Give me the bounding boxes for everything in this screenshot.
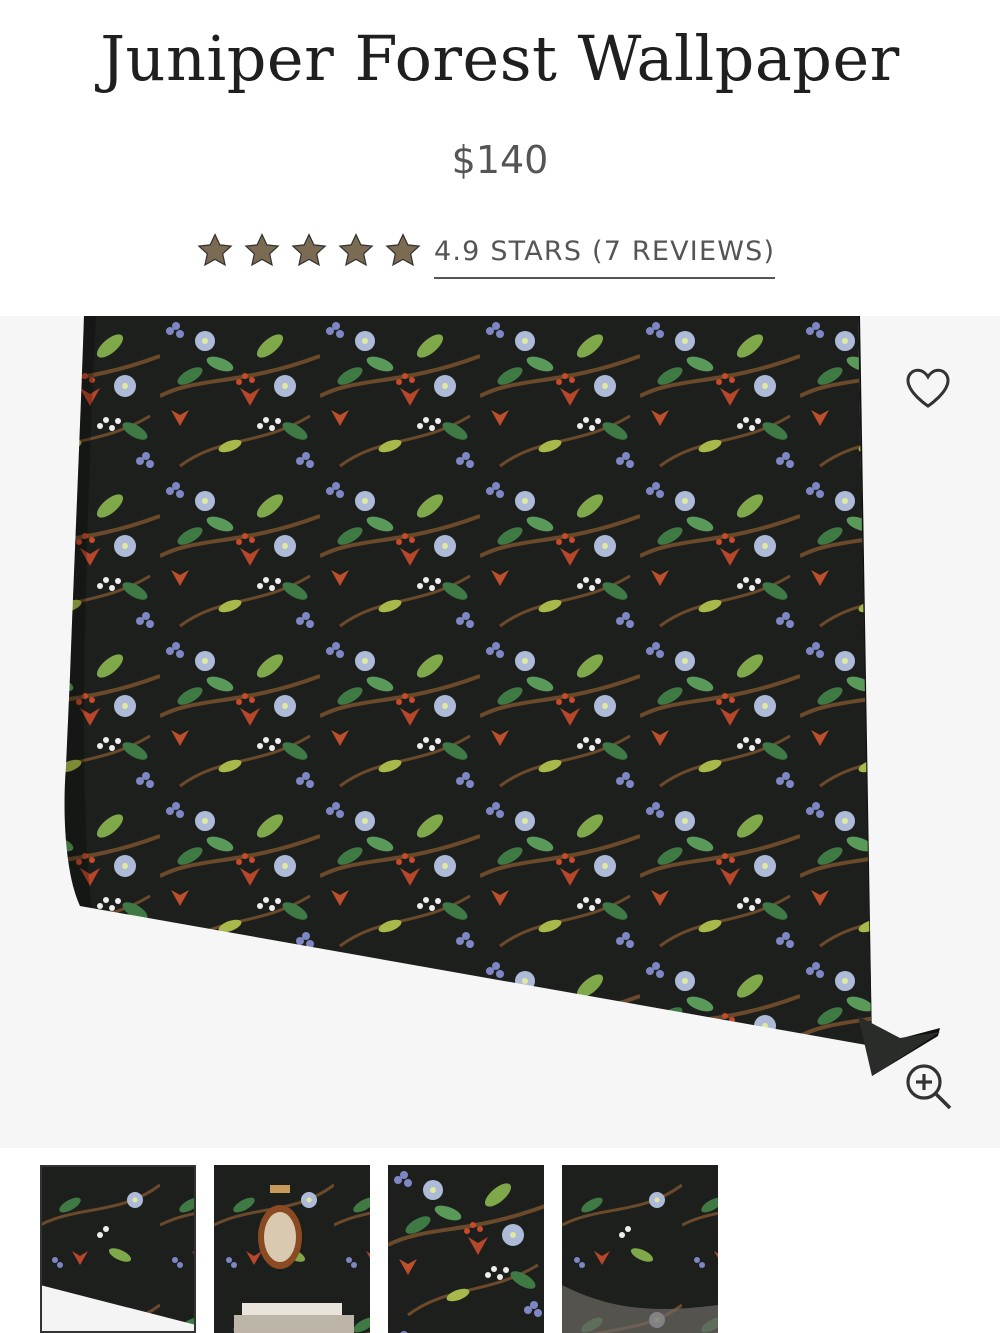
thumbnail-3[interactable] xyxy=(388,1165,544,1333)
reviews-link[interactable]: 4.9 STARS (7 REVIEWS) xyxy=(434,236,776,279)
product-image xyxy=(0,316,1000,1148)
product-price: $140 xyxy=(451,138,549,182)
zoom-in-icon xyxy=(906,1064,952,1110)
rating-summary: 4.9 STARS (7 REVIEWS) xyxy=(196,226,776,279)
star-icon xyxy=(196,233,234,269)
star-icon xyxy=(243,233,281,269)
thumbnail-4[interactable] xyxy=(562,1165,718,1333)
favorite-button[interactable] xyxy=(905,368,951,408)
thumbnail-2[interactable] xyxy=(214,1165,370,1333)
zoom-button[interactable] xyxy=(902,1060,954,1112)
thumbnail-gallery xyxy=(40,1165,718,1333)
heart-icon xyxy=(906,368,950,408)
wallpaper-roll-image xyxy=(64,316,940,1076)
star-icon xyxy=(337,233,375,269)
thumbnail-1[interactable] xyxy=(40,1165,196,1333)
rating-stars xyxy=(196,233,422,269)
product-title: Juniper Forest Wallpaper xyxy=(100,22,900,95)
star-icon xyxy=(384,233,422,269)
star-icon xyxy=(290,233,328,269)
